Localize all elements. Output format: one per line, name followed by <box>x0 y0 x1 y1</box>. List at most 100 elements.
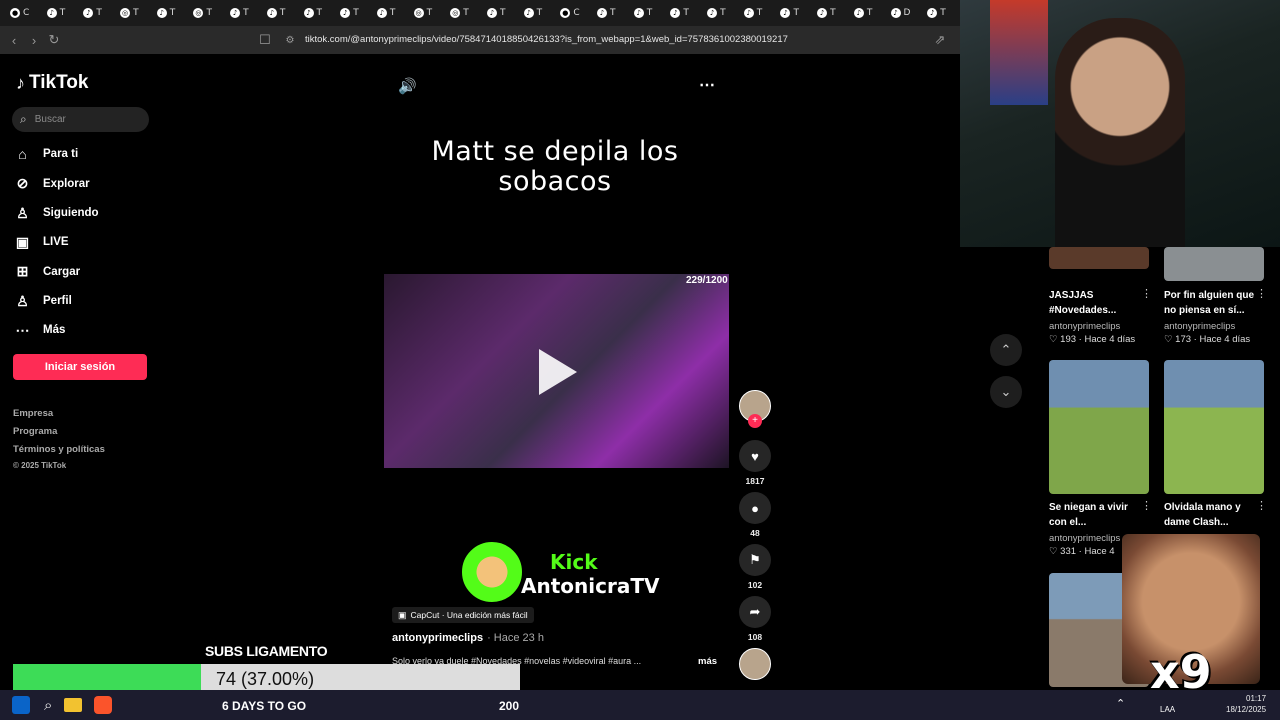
tiktok-logo[interactable]: ♪ TikTok <box>16 72 88 94</box>
clock-date: 18/12/2025 <box>1226 705 1267 714</box>
login-button[interactable]: Iniciar sesión <box>13 354 147 380</box>
tab-label: T <box>756 8 763 18</box>
related-thumb[interactable] <box>1164 360 1264 494</box>
related-card[interactable]: JASJJAS #Novedades... antonyprimeclips ♡… <box>1049 288 1144 345</box>
address-bar: ‹ › ↻ ☐ ⚙ tiktok.com/@antonyprimeclips/v… <box>0 26 960 54</box>
sidebar-item-live[interactable]: ▣ LIVE <box>14 234 69 251</box>
browser-tab[interactable]: ◎ T <box>116 0 153 26</box>
search-input[interactable]: ⌕ Buscar <box>12 107 149 132</box>
browser-tab[interactable]: ◎ T <box>189 0 226 26</box>
footer-link[interactable]: Términos y políticas <box>13 444 105 455</box>
related-user[interactable]: antonyprimeclips <box>1164 321 1259 332</box>
chrome-icon: ● <box>10 8 20 18</box>
browser-tab[interactable]: ● C <box>556 0 593 26</box>
tab-label: T <box>499 8 506 18</box>
brave-icon[interactable] <box>94 696 113 714</box>
sidebar-item-más[interactable]: ⋯ Más <box>14 322 66 339</box>
chevron-down-icon[interactable]: ⌄ <box>990 376 1022 408</box>
browser-tab[interactable]: ♪ T <box>923 0 960 26</box>
related-thumb[interactable] <box>1049 360 1149 494</box>
browser-tab[interactable]: ♪ T <box>703 0 740 26</box>
sidebar-item-explorar[interactable]: ⊘ Explorar <box>14 175 90 192</box>
browser-tab[interactable]: ♪ T <box>226 0 263 26</box>
video-counter: 229/1200 <box>686 275 728 286</box>
follow-plus-icon[interactable]: + <box>748 414 762 428</box>
browser-tab[interactable]: ◎ T <box>410 0 447 26</box>
browser-tab[interactable]: ♪ T <box>153 0 190 26</box>
sidebar-item-perfil[interactable]: ♙ Perfil <box>14 293 72 310</box>
browser-tab[interactable]: ♪ T <box>336 0 373 26</box>
browser-tab[interactable]: ♪ T <box>776 0 813 26</box>
tab-label: T <box>426 8 433 18</box>
footer-link[interactable]: Empresa <box>13 408 53 419</box>
video-player[interactable] <box>384 274 729 468</box>
chevron-up-icon[interactable]: ⌃ <box>990 334 1022 366</box>
browser-tab[interactable]: ♪ T <box>850 0 887 26</box>
related-card[interactable]: Por fin alguien que no piensa en sí... a… <box>1164 288 1259 345</box>
browser-tab[interactable]: ♪ T <box>300 0 337 26</box>
related-card[interactable]: Olvidala mano y dame Clash... <box>1164 500 1259 530</box>
search-icon[interactable]: ⌕ <box>44 697 52 714</box>
browser-tab[interactable]: ◎ T <box>446 0 483 26</box>
browser-tab[interactable]: ♪ T <box>43 0 80 26</box>
related-thumb[interactable] <box>1164 247 1264 281</box>
browser-tab[interactable]: ♪ T <box>79 0 116 26</box>
outlook-icon[interactable] <box>12 696 30 714</box>
tray-arrow-icon[interactable]: ⌃ <box>1116 697 1125 710</box>
browser-tab[interactable]: ♪ T <box>520 0 557 26</box>
author-name[interactable]: antonyprimeclips <box>392 632 483 644</box>
card-menu-icon[interactable]: ⋮ <box>1141 287 1152 300</box>
capcut-badge[interactable]: ▣ CapCut · Una edición más fácil <box>392 607 534 623</box>
reload-icon[interactable]: ↻ <box>44 32 64 48</box>
browser-tab[interactable]: ♪ T <box>263 0 300 26</box>
share-icon[interactable]: ⇗ <box>930 32 950 48</box>
like-button[interactable]: ♥ 1817 <box>739 440 771 486</box>
browser-tab[interactable]: ♪ T <box>666 0 703 26</box>
folder-icon[interactable] <box>64 698 83 712</box>
browser-tab[interactable]: ♪ T <box>373 0 410 26</box>
comment-button[interactable]: ● 48 <box>739 492 771 538</box>
browser-tab[interactable]: ♪ T <box>813 0 850 26</box>
browser-tab[interactable]: ♪ T <box>593 0 630 26</box>
browser-tab[interactable]: ♪ T <box>483 0 520 26</box>
browser-tab[interactable]: ♪ T <box>740 0 777 26</box>
back-icon[interactable]: ‹ <box>4 33 24 48</box>
save-button[interactable]: ⚑ 102 <box>739 544 771 590</box>
card-menu-icon[interactable]: ⋮ <box>1256 499 1267 512</box>
browser-tab[interactable]: ♪ T <box>630 0 667 26</box>
creator-avatar[interactable]: + <box>739 390 771 428</box>
tab-label: T <box>463 8 469 18</box>
card-menu-icon[interactable]: ⋮ <box>1256 287 1267 300</box>
site-info-icon[interactable]: ⚙ <box>280 35 300 46</box>
related-user[interactable]: antonyprimeclips <box>1049 321 1144 332</box>
browser-tab[interactable]: ● C <box>6 0 43 26</box>
more-link[interactable]: más <box>698 656 717 667</box>
tiktok-icon: ♪ <box>780 8 791 18</box>
sidebar-item-siguiendo[interactable]: ♙ Siguiendo <box>14 205 98 222</box>
tab-label: T <box>59 8 66 18</box>
url-text[interactable]: tiktok.com/@antonyprimeclips/video/75847… <box>305 34 788 45</box>
webcam-overlay <box>960 0 1280 247</box>
keyboard-language[interactable]: LAA <box>1160 705 1175 714</box>
bookmark-icon[interactable]: ☐ <box>255 32 275 48</box>
forward-icon[interactable]: › <box>24 33 44 48</box>
tab-label: C <box>23 8 30 18</box>
card-menu-icon[interactable]: ⋮ <box>1141 499 1152 512</box>
kick-label: Kick <box>550 550 598 574</box>
sidebar-item-cargar[interactable]: ⊞ Cargar <box>14 263 80 280</box>
volume-icon[interactable]: 🔊 <box>398 77 417 95</box>
video-author[interactable]: antonyprimeclips · Hace 23 h <box>392 632 544 644</box>
related-title: Se niegan a vivir con el... <box>1049 502 1128 528</box>
footer-link[interactable]: Programa <box>13 426 57 437</box>
related-thumb[interactable] <box>1049 247 1149 269</box>
tab-label: T <box>389 8 396 18</box>
live-icon: ▣ <box>15 233 30 250</box>
play-icon[interactable] <box>539 349 577 395</box>
browser-tab[interactable]: ♪ D <box>887 0 924 26</box>
sound-avatar[interactable] <box>739 648 771 680</box>
system-clock[interactable]: 01:17 18/12/2025 <box>1226 693 1266 715</box>
tiktok-icon: ♪ <box>523 8 534 18</box>
share-button[interactable]: ➦ 108 <box>739 596 771 642</box>
sidebar-item-para-ti[interactable]: ⌂ Para ti <box>14 146 78 162</box>
options-icon[interactable]: ⋯ <box>699 75 715 95</box>
